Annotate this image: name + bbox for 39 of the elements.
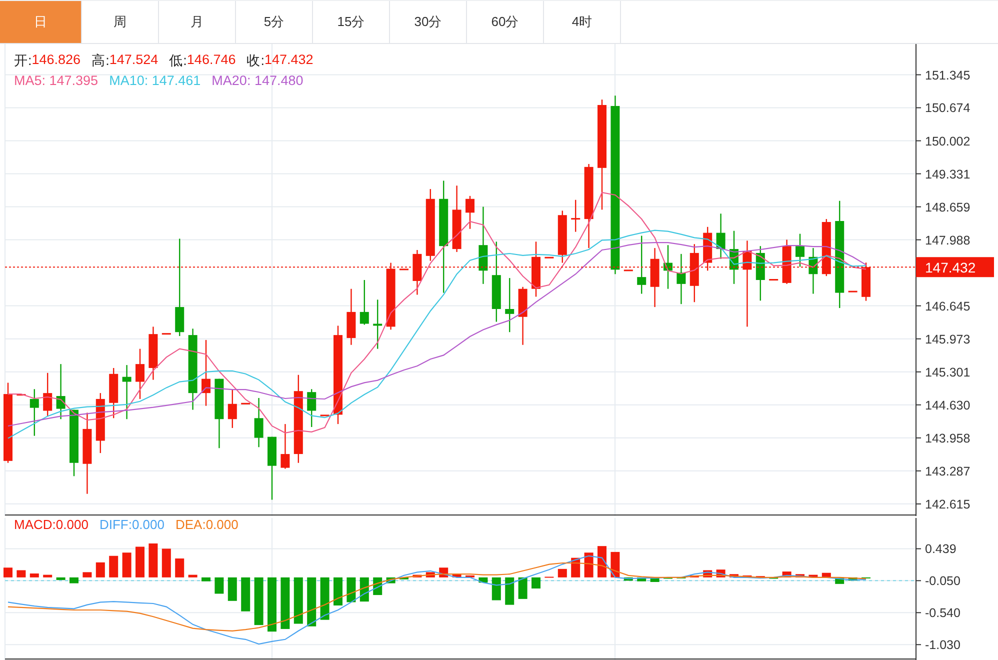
axis-label: 143.287 (925, 464, 970, 478)
readout-value: 146.826 (32, 52, 81, 69)
legend-series-name: MA20 (212, 73, 247, 88)
axis-label: -1.030 (925, 638, 960, 652)
axis-label: -0.050 (925, 574, 960, 588)
readout-value: 147.524 (109, 52, 158, 69)
axis-label: 0.439 (925, 542, 956, 556)
axis-label: 150.002 (925, 134, 970, 148)
axis-label: 145.973 (925, 332, 970, 346)
legend-value: : 147.480 (246, 73, 304, 88)
legend-series-name: MA10 (109, 73, 144, 88)
legend-value: :0.000 (128, 517, 164, 532)
legend-value: :0.000 (202, 517, 238, 532)
legend-value: :0.000 (52, 517, 88, 532)
legend-value: : 147.461 (144, 73, 201, 88)
legend-series-name: MACD (14, 517, 52, 532)
readout-value: 146.746 (186, 52, 236, 69)
axis-label: 142.615 (925, 497, 970, 512)
readout-label: 开: (14, 52, 32, 70)
axis-label: 144.630 (925, 398, 970, 412)
ref-line-label: 147.432 (925, 260, 976, 276)
price-tag: 147.432 (916, 257, 994, 278)
readout-label: 高: (92, 52, 110, 70)
axis-label: 148.659 (925, 200, 970, 214)
legend-series-name: MA5 (14, 73, 42, 88)
readout-value: 147.432 (264, 52, 314, 69)
axis-label: 143.958 (925, 431, 970, 446)
axis-label: 146.645 (925, 299, 970, 314)
readout-label: 低: (169, 52, 187, 70)
readout-label: 收: (246, 52, 264, 70)
axis-label: 150.674 (925, 101, 970, 116)
axis-label: 151.345 (925, 68, 970, 82)
axis-label: -0.540 (925, 606, 960, 620)
axis-label: 145.301 (925, 365, 970, 380)
axis-label: 147.988 (925, 233, 970, 248)
legend-value: : 147.395 (42, 73, 98, 88)
axis-label: 149.331 (925, 167, 970, 182)
legend-series-name: DIFF (99, 517, 128, 532)
legend-series-name: DEA (175, 517, 202, 532)
